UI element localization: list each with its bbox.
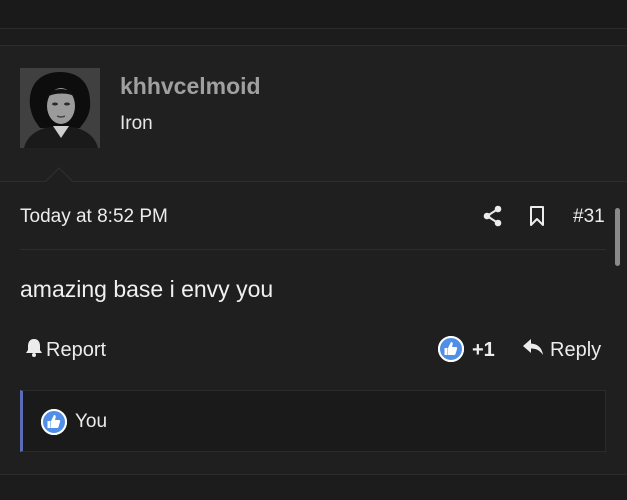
reactions-user: You — [75, 411, 108, 432]
post-number[interactable]: #31 — [573, 206, 605, 228]
author-block: khhvcelmoid Iron — [0, 46, 627, 182]
meta-divider — [20, 249, 606, 250]
reply-button[interactable]: Reply — [522, 337, 601, 363]
username[interactable]: khhvcelmoid — [120, 73, 261, 100]
reply-label: Reply — [550, 338, 602, 361]
like-icon — [41, 409, 67, 435]
bell-icon — [24, 337, 44, 363]
user-title: Iron — [120, 113, 153, 134]
like-button[interactable]: +1 — [438, 335, 495, 362]
post-timestamp[interactable]: Today at 8:52 PM — [20, 206, 168, 228]
reactions-bar: You — [20, 390, 606, 452]
top-bar — [0, 0, 627, 29]
like-icon — [438, 335, 464, 362]
report-label: Report — [46, 338, 107, 361]
avatar[interactable] — [20, 68, 100, 148]
post-meta: Today at 8:52 PM #31 — [20, 204, 606, 246]
scrollbar[interactable] — [615, 208, 620, 266]
reactions-list[interactable]: You — [41, 409, 107, 435]
share-icon[interactable] — [482, 204, 504, 228]
post-message: amazing base i envy you — [20, 276, 274, 302]
report-button[interactable]: Report — [24, 337, 106, 363]
reply-icon — [522, 337, 544, 363]
like-count: +1 — [472, 339, 495, 361]
post-container: khhvcelmoid Iron Today at 8:52 PM #31 am… — [0, 45, 627, 475]
author-pointer — [46, 169, 72, 182]
bookmark-icon[interactable] — [526, 204, 548, 228]
